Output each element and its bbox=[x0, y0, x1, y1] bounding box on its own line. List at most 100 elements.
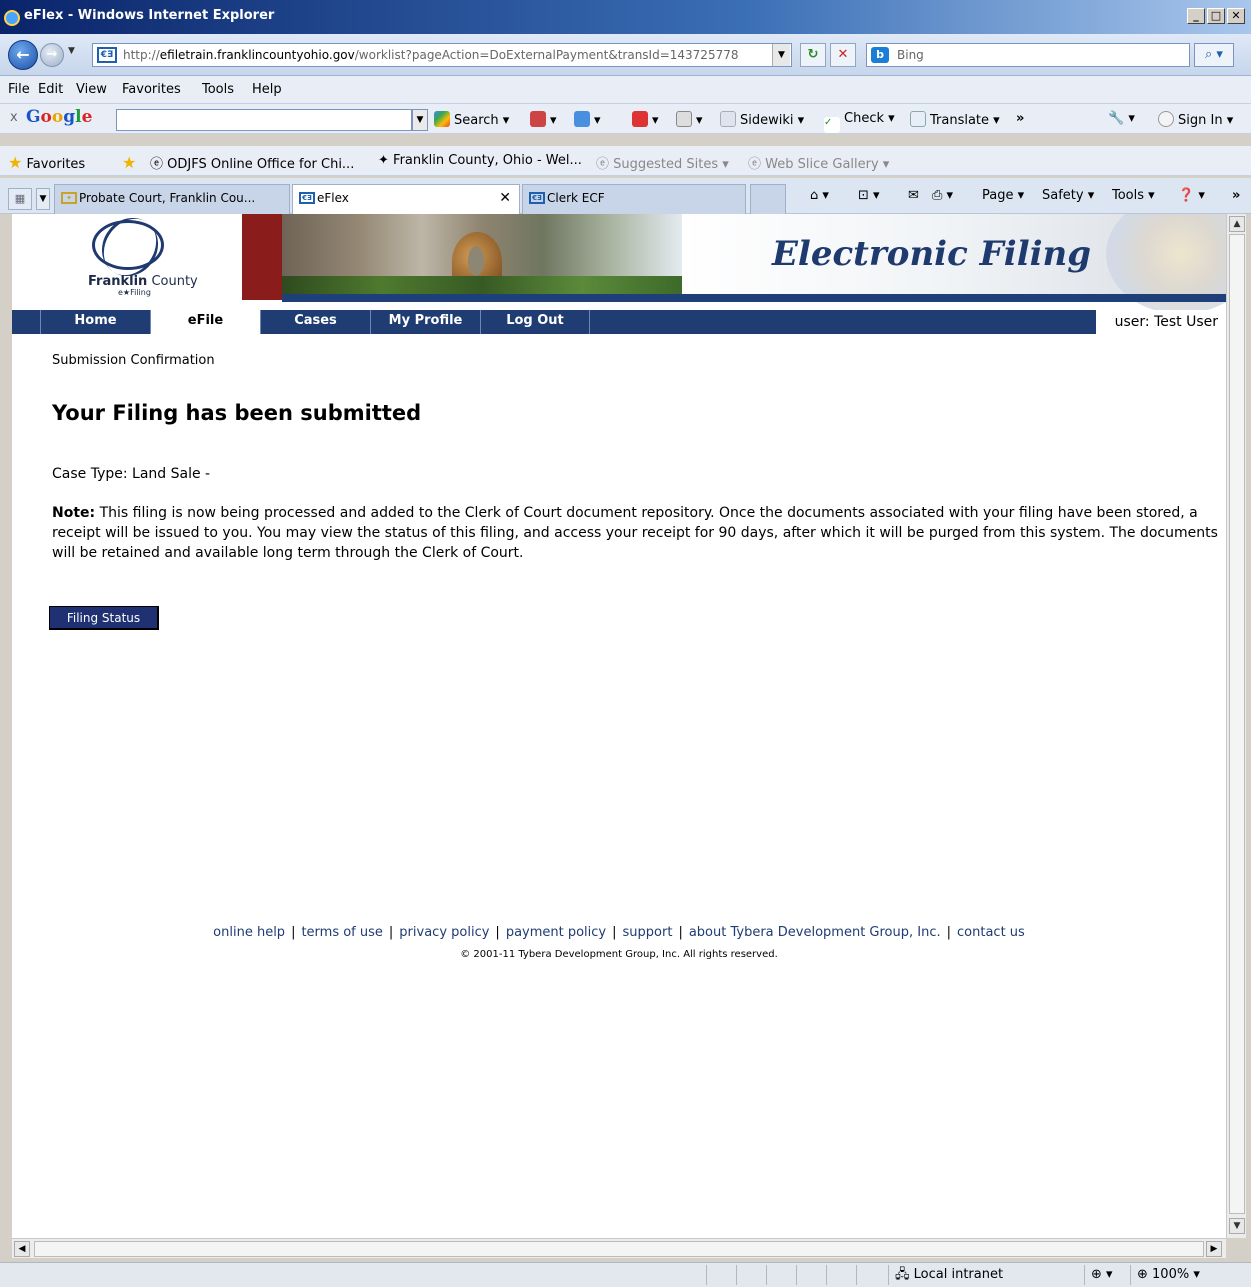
stop-button[interactable]: ✕ bbox=[830, 43, 856, 67]
footer-link-contact-us[interactable]: contact us bbox=[957, 925, 1025, 940]
nav-home[interactable]: Home bbox=[40, 310, 150, 334]
nav-log-out[interactable]: Log Out bbox=[480, 310, 590, 334]
footer-link-about-tybera[interactable]: about Tybera Development Group, Inc. bbox=[689, 925, 941, 940]
mail-icon: ✉ bbox=[908, 188, 919, 203]
scroll-left-icon[interactable]: ◀ bbox=[14, 1241, 30, 1257]
logo-name: Franklin County bbox=[88, 274, 198, 289]
forward-button[interactable]: → bbox=[40, 43, 64, 67]
menu-file[interactable]: File bbox=[8, 82, 30, 97]
sign-in-label: Sign In bbox=[1178, 113, 1223, 128]
more-tools-chevron[interactable]: » bbox=[1016, 111, 1024, 126]
nav-my-profile[interactable]: My Profile bbox=[370, 310, 480, 334]
google-bookmark-button[interactable]: ▾ bbox=[530, 111, 557, 128]
zoom-button[interactable]: ⊕ 100% ▾ bbox=[1130, 1265, 1220, 1285]
page-menu-label: Page bbox=[982, 188, 1014, 203]
wrench-settings-button[interactable]: 🔧 ▾ bbox=[1108, 111, 1135, 126]
sign-in-icon bbox=[1158, 111, 1174, 127]
add-to-favorites-bar-button[interactable]: ★ bbox=[122, 153, 136, 172]
horizontal-scrollbar[interactable]: ◀ ▶ bbox=[12, 1238, 1226, 1258]
google-plus-button[interactable]: ▾ bbox=[574, 111, 601, 128]
banner-blue-rule bbox=[282, 294, 1226, 302]
window-title-bar[interactable]: eFlex - Windows Internet Explorer _ □ ✕ bbox=[0, 0, 1251, 34]
new-tab-button[interactable] bbox=[750, 184, 786, 214]
tab-probate-court[interactable]: ✦ Probate Court, Franklin Cou... bbox=[54, 184, 290, 214]
safety-menu[interactable]: Safety ▾ bbox=[1042, 188, 1094, 203]
scroll-up-icon[interactable]: ▲ bbox=[1229, 216, 1245, 232]
horizontal-scroll-thumb[interactable] bbox=[34, 1241, 1204, 1257]
tab-list-dropdown-icon[interactable]: ▼ bbox=[36, 188, 50, 210]
search-input[interactable]: b Bing bbox=[866, 43, 1190, 67]
search-go-button[interactable]: ⌕ ▾ bbox=[1194, 43, 1234, 67]
nav-efile[interactable]: eFile bbox=[150, 310, 260, 334]
favorite-link-web-slice-gallery[interactable]: ⓔ Web Slice Gallery ▾ bbox=[748, 153, 889, 172]
home-button[interactable]: ⌂ ▾ bbox=[810, 188, 829, 203]
menu-tools[interactable]: Tools bbox=[202, 82, 234, 97]
home-icon: ⌂ bbox=[810, 188, 819, 203]
filing-status-button[interactable]: Filing Status bbox=[49, 606, 159, 630]
sign-in-button[interactable]: Sign In ▾ bbox=[1158, 111, 1233, 128]
tab-eflex[interactable]: €Ǝ eFlex ✕ bbox=[292, 184, 520, 215]
feeds-button[interactable]: ⊡ ▾ bbox=[858, 188, 880, 203]
tab-clerk-ecf[interactable]: €Ǝ Clerk ECF bbox=[522, 184, 746, 214]
url-path: /worklist?pageAction=DoExternalPayment&t… bbox=[354, 48, 739, 62]
close-tab-icon[interactable]: ✕ bbox=[499, 185, 511, 211]
help-menu[interactable]: ❓ ▾ bbox=[1178, 188, 1205, 203]
menu-view[interactable]: View bbox=[76, 82, 107, 97]
close-button[interactable]: ✕ bbox=[1227, 8, 1245, 24]
security-zone[interactable]: 🖧 Local intranet bbox=[888, 1265, 1078, 1285]
google-search-input[interactable] bbox=[116, 109, 412, 131]
translate-button[interactable]: Translate ▾ bbox=[910, 111, 1000, 128]
page-menu[interactable]: Page ▾ bbox=[982, 188, 1024, 203]
menu-favorites[interactable]: Favorites bbox=[122, 82, 181, 97]
search-placeholder: Bing bbox=[897, 48, 924, 62]
footer-link-terms-of-use[interactable]: terms of use bbox=[301, 925, 382, 940]
read-mail-button[interactable]: ✉ bbox=[908, 188, 919, 203]
footer-link-online-help[interactable]: online help bbox=[213, 925, 285, 940]
autofill-button[interactable]: ▾ bbox=[676, 111, 703, 128]
protected-mode-button[interactable]: ⊕ ▾ bbox=[1084, 1265, 1128, 1285]
popup-blocker-button[interactable]: ▾ bbox=[632, 111, 659, 128]
vertical-scroll-thumb[interactable] bbox=[1229, 234, 1245, 1214]
menu-edit[interactable]: Edit bbox=[38, 82, 63, 97]
back-button[interactable]: ← bbox=[8, 40, 38, 70]
google-search-dropdown-icon[interactable]: ▼ bbox=[412, 109, 428, 131]
url-host: efiletrain.franklincountyohio.gov bbox=[159, 48, 355, 62]
scroll-right-icon[interactable]: ▶ bbox=[1206, 1241, 1222, 1257]
vertical-scrollbar[interactable]: ▲ ▼ bbox=[1226, 214, 1246, 1238]
footer-separator: | bbox=[612, 925, 617, 940]
globe-logo-icon bbox=[92, 220, 164, 270]
more-commands-chevron[interactable]: » bbox=[1232, 188, 1240, 203]
print-button[interactable]: ⎙ ▾ bbox=[932, 188, 953, 203]
address-input[interactable]: €Ǝ http://efiletrain.franklincountyohio.… bbox=[92, 43, 792, 67]
refresh-button[interactable]: ↻ bbox=[800, 43, 826, 67]
close-toolbar-icon[interactable]: x bbox=[10, 110, 18, 125]
nav-cases[interactable]: Cases bbox=[260, 310, 370, 334]
minimize-button[interactable]: _ bbox=[1187, 8, 1205, 24]
wrench-icon: 🔧 bbox=[1108, 111, 1125, 126]
franklin-county-logo[interactable]: Franklin County e★Filing bbox=[12, 214, 242, 300]
footer-link-privacy-policy[interactable]: privacy policy bbox=[399, 925, 489, 940]
favorite-link-suggested-sites[interactable]: ⓔ Suggested Sites ▾ bbox=[596, 153, 729, 172]
scroll-down-icon[interactable]: ▼ bbox=[1229, 1218, 1245, 1234]
tools-menu[interactable]: Tools ▾ bbox=[1112, 188, 1155, 203]
window-controls: _ □ ✕ bbox=[1187, 8, 1245, 24]
favorites-label: Favorites bbox=[26, 157, 86, 172]
favorite-link-franklin-county[interactable]: ✦ Franklin County, Ohio - Wel... bbox=[378, 153, 582, 168]
footer-link-payment-policy[interactable]: payment policy bbox=[506, 925, 606, 940]
quick-tabs-button[interactable]: ▦ bbox=[8, 188, 32, 210]
favorite-link-odjfs[interactable]: ⓔ ODJFS Online Office for Chi... bbox=[150, 153, 354, 172]
footer-link-support[interactable]: support bbox=[623, 925, 673, 940]
status-cell bbox=[766, 1265, 794, 1285]
maximize-button[interactable]: □ bbox=[1207, 8, 1225, 24]
google-search-button[interactable]: Search ▾ bbox=[434, 111, 509, 128]
favorites-button[interactable]: ★ Favorites bbox=[8, 153, 85, 172]
intranet-icon: 🖧 bbox=[895, 1267, 914, 1282]
spell-check-button[interactable]: ✓ Check ▾ bbox=[824, 111, 895, 133]
recent-pages-dropdown-icon[interactable]: ▼ bbox=[68, 46, 75, 56]
status-cell bbox=[796, 1265, 824, 1285]
sidewiki-button[interactable]: Sidewiki ▾ bbox=[720, 111, 804, 128]
footer-separator: | bbox=[946, 925, 952, 940]
footer-separator: | bbox=[388, 925, 394, 940]
menu-help[interactable]: Help bbox=[252, 82, 282, 97]
address-dropdown-icon[interactable]: ▼ bbox=[772, 44, 790, 66]
